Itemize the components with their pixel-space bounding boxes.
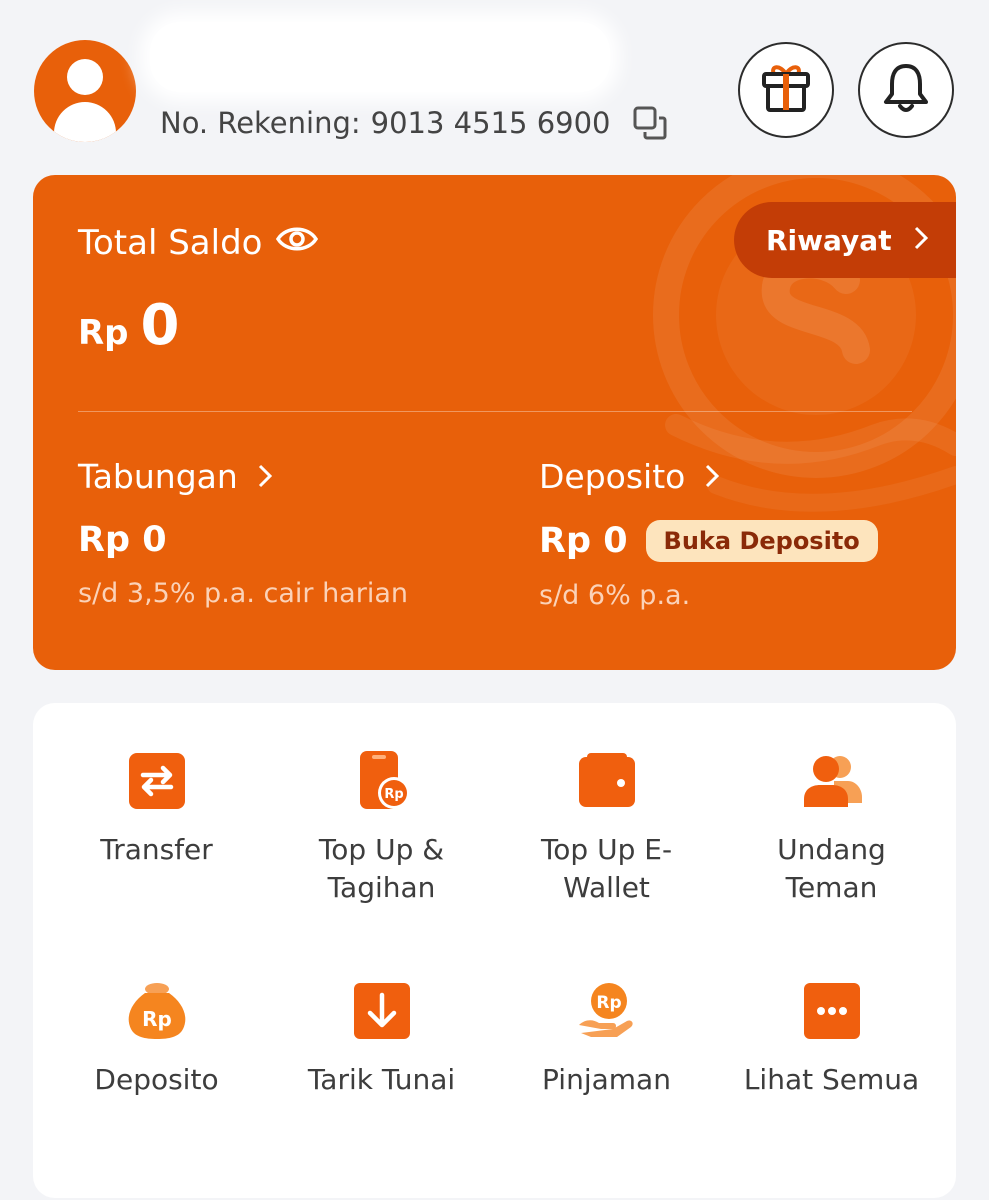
withdraw-icon <box>352 981 412 1041</box>
deposito-amount: Rp 0 <box>539 521 628 561</box>
account-number: 9013 4515 6900 <box>370 106 611 140</box>
history-label: Riwayat <box>766 223 892 257</box>
avatar-body <box>54 102 116 142</box>
deposito-section[interactable]: Deposito Rp 0 Buka Deposito s/d 6% p.a. <box>539 457 878 611</box>
menu-label: Deposito <box>94 1063 219 1096</box>
history-button[interactable]: Riwayat <box>734 202 956 278</box>
menu-label: Top Up E-Wallet <box>540 833 673 904</box>
deposito-title: Deposito <box>539 457 686 496</box>
menu-item-pinjaman[interactable]: Rp Pinjaman <box>494 981 719 1099</box>
tabungan-title-row[interactable]: Tabungan <box>78 457 408 496</box>
hand-coin-icon: Rp <box>577 981 637 1041</box>
chevron-right-icon <box>705 457 720 496</box>
account-number-line: No. Rekening: 9013 4515 6900 <box>160 102 667 144</box>
eye-icon[interactable] <box>276 223 319 263</box>
notification-button[interactable] <box>858 42 954 138</box>
menu-label: Undang Teman <box>777 833 886 904</box>
wallet-icon <box>577 751 637 811</box>
transfer-icon <box>127 751 187 811</box>
open-deposito-button[interactable]: Buka Deposito <box>645 520 878 562</box>
tabungan-section[interactable]: Tabungan Rp 0 s/d 3,5% p.a. cair harian <box>78 457 408 609</box>
tabungan-amount: Rp 0 <box>78 520 167 560</box>
avatar-head <box>67 59 103 95</box>
menu-card: Transfer Rp Top Up & Tagihan Top Up E-Wa… <box>33 703 956 1198</box>
chevron-right-icon <box>258 457 272 496</box>
menu-label: Lihat Semua <box>743 1063 920 1096</box>
money-bag-icon: Rp <box>127 981 187 1041</box>
chevron-right-icon <box>914 224 928 257</box>
redacted-user-name <box>150 22 610 92</box>
phone-rp-icon: Rp <box>352 751 412 811</box>
menu-item-topup-tagihan[interactable]: Rp Top Up & Tagihan <box>269 751 494 907</box>
svg-text:Rp: Rp <box>142 1007 172 1031</box>
copy-icon[interactable] <box>633 106 667 140</box>
total-balance-currency: Rp <box>78 313 129 353</box>
gift-button[interactable] <box>738 42 834 138</box>
menu-item-undang-teman[interactable]: Undang Teman <box>719 751 944 907</box>
avatar[interactable] <box>34 40 136 142</box>
bell-icon <box>880 60 932 120</box>
menu-label: Pinjaman <box>542 1063 671 1096</box>
menu-label: Tarik Tunai <box>307 1063 456 1096</box>
home-screen: No. Rekening: 9013 4515 6900 Total Saldo… <box>0 0 989 1200</box>
deposito-title-row[interactable]: Deposito <box>539 457 878 496</box>
tabungan-rate: s/d 3,5% p.a. cair harian <box>78 578 408 609</box>
more-icon <box>802 981 862 1041</box>
total-balance-amount: Rp 0 <box>78 293 180 358</box>
card-divider <box>78 411 912 412</box>
balance-card: Total Saldo Rp 0 Riwayat Tabungan Rp 0 s… <box>33 175 956 670</box>
svg-text:Rp: Rp <box>596 993 621 1013</box>
menu-label: Transfer <box>100 833 213 866</box>
svg-text:Rp: Rp <box>384 787 403 802</box>
people-icon <box>802 751 862 811</box>
menu-item-lihat-semua[interactable]: Lihat Semua <box>719 981 944 1099</box>
menu-item-deposito[interactable]: Rp Deposito <box>44 981 269 1099</box>
deposito-rate: s/d 6% p.a. <box>539 580 691 611</box>
total-balance-title: Total Saldo <box>78 223 263 263</box>
total-balance-label: Total Saldo <box>78 223 319 263</box>
total-balance-value: 0 <box>140 293 180 358</box>
menu-item-transfer[interactable]: Transfer <box>44 751 269 869</box>
menu-label: Top Up & Tagihan <box>318 833 445 904</box>
account-label: No. Rekening: <box>160 106 361 140</box>
menu-item-tarik-tunai[interactable]: Tarik Tunai <box>269 981 494 1099</box>
gift-icon <box>758 60 814 120</box>
menu-item-topup-ewallet[interactable]: Top Up E-Wallet <box>494 751 719 907</box>
tabungan-title: Tabungan <box>78 457 238 496</box>
